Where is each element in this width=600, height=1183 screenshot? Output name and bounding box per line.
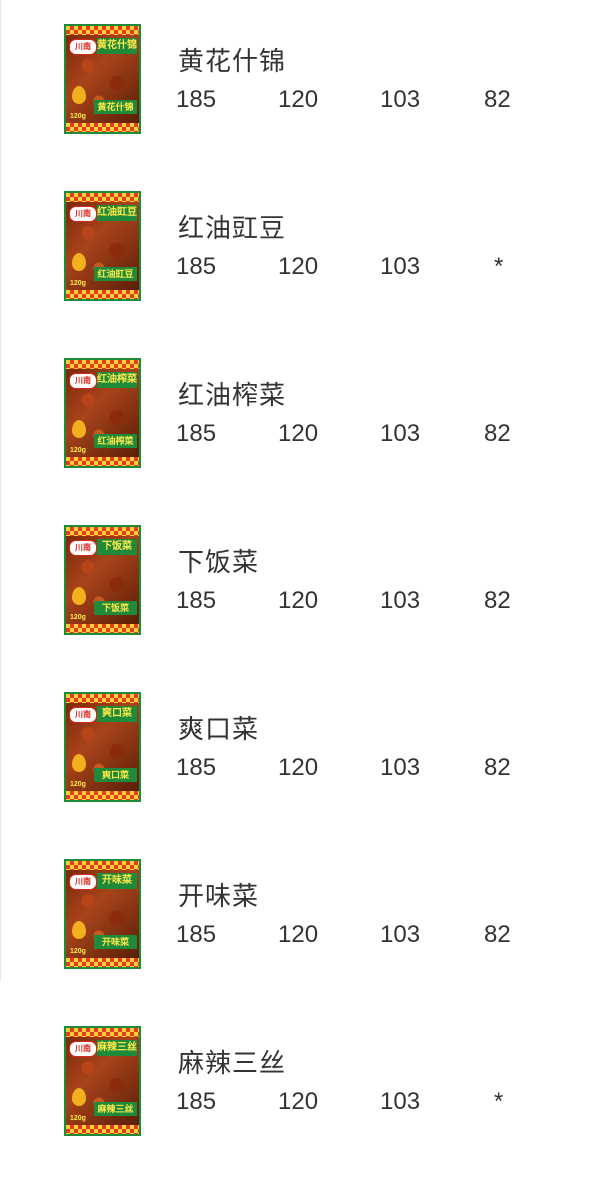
price-4: * <box>494 253 504 280</box>
package-checker-bottom <box>66 1125 139 1134</box>
product-image[interactable]: 川南 红油豇豆 红油豇豆 120g <box>64 191 141 301</box>
price-2: 120 <box>278 1088 319 1115</box>
price-2: 120 <box>278 253 319 280</box>
left-divider <box>0 0 1 980</box>
package-weight: 120g <box>70 781 86 788</box>
price-2: 120 <box>278 921 319 948</box>
brand-logo: 川南 <box>69 206 97 222</box>
package-checker-top <box>66 1028 139 1037</box>
package-bottom-label: 开味菜 <box>94 935 137 949</box>
price-4: 82 <box>484 86 511 113</box>
package-weight: 120g <box>70 614 86 621</box>
product-image[interactable]: 川南 红油榨菜 红油榨菜 120g <box>64 358 141 468</box>
price-1: 185 <box>176 420 217 447</box>
package-weight: 120g <box>70 1115 86 1122</box>
package-top-label: 开味菜 <box>97 873 137 889</box>
price-3: 103 <box>380 420 421 447</box>
product-row[interactable]: 川南 红油豇豆 红油豇豆 120g 红油豇豆 185 120 103 * <box>0 191 600 303</box>
product-row[interactable]: 川南 爽口菜 爽口菜 120g 爽口菜 185 120 103 82 <box>0 692 600 804</box>
price-2: 120 <box>278 754 319 781</box>
package-checker-bottom <box>66 290 139 299</box>
product-name: 红油榨菜 <box>178 380 287 410</box>
product-image[interactable]: 川南 爽口菜 爽口菜 120g <box>64 692 141 802</box>
package-weight: 120g <box>70 113 86 120</box>
oil-drop-icon <box>72 921 86 939</box>
price-3: 103 <box>380 921 421 948</box>
price-4: 82 <box>484 420 511 447</box>
price-2: 120 <box>278 587 319 614</box>
product-image[interactable]: 川南 黄花什锦 黄花什锦 120g <box>64 24 141 134</box>
product-name: 爽口菜 <box>178 714 260 744</box>
price-4: 82 <box>484 921 511 948</box>
product-name: 麻辣三丝 <box>178 1048 287 1078</box>
product-image[interactable]: 川南 开味菜 开味菜 120g <box>64 859 141 969</box>
package-checker-bottom <box>66 958 139 967</box>
package-checker-top <box>66 527 139 536</box>
product-name: 红油豇豆 <box>178 213 287 243</box>
package-bottom-label: 红油榨菜 <box>94 434 137 448</box>
product-name: 开味菜 <box>178 881 260 911</box>
package-bottom-label: 下饭菜 <box>94 601 137 615</box>
package-checker-bottom <box>66 791 139 800</box>
package-bottom-label: 爽口菜 <box>94 768 137 782</box>
package-checker-top <box>66 26 139 35</box>
oil-drop-icon <box>72 754 86 772</box>
package-checker-top <box>66 694 139 703</box>
product-name: 黄花什锦 <box>178 46 287 76</box>
price-4: 82 <box>484 587 511 614</box>
package-top-label: 爽口菜 <box>97 706 137 722</box>
package-top-label: 红油豇豆 <box>97 205 137 221</box>
oil-drop-icon <box>72 86 86 104</box>
price-3: 103 <box>380 1088 421 1115</box>
price-3: 103 <box>380 587 421 614</box>
oil-drop-icon <box>72 253 86 271</box>
package-checker-bottom <box>66 123 139 132</box>
oil-drop-icon <box>72 420 86 438</box>
price-3: 103 <box>380 253 421 280</box>
package-weight: 120g <box>70 280 86 287</box>
price-2: 120 <box>278 86 319 113</box>
package-top-label: 麻辣三丝 <box>97 1040 137 1056</box>
product-name: 下饭菜 <box>178 547 260 577</box>
price-1: 185 <box>176 1088 217 1115</box>
price-3: 103 <box>380 86 421 113</box>
brand-logo: 川南 <box>69 707 97 723</box>
package-checker-top <box>66 861 139 870</box>
package-checker-bottom <box>66 624 139 633</box>
price-3: 103 <box>380 754 421 781</box>
price-2: 120 <box>278 420 319 447</box>
brand-logo: 川南 <box>69 874 97 890</box>
package-top-label: 下饭菜 <box>97 539 137 555</box>
oil-drop-icon <box>72 587 86 605</box>
product-row[interactable]: 川南 开味菜 开味菜 120g 开味菜 185 120 103 82 <box>0 859 600 971</box>
product-row[interactable]: 川南 下饭菜 下饭菜 120g 下饭菜 185 120 103 82 <box>0 525 600 637</box>
product-row[interactable]: 川南 黄花什锦 黄花什锦 120g 黄花什锦 185 120 103 82 <box>0 24 600 136</box>
product-image[interactable]: 川南 麻辣三丝 麻辣三丝 120g <box>64 1026 141 1136</box>
price-1: 185 <box>176 587 217 614</box>
price-1: 185 <box>176 86 217 113</box>
oil-drop-icon <box>72 1088 86 1106</box>
price-1: 185 <box>176 754 217 781</box>
brand-logo: 川南 <box>69 1041 97 1057</box>
brand-logo: 川南 <box>69 373 97 389</box>
package-checker-top <box>66 193 139 202</box>
product-image[interactable]: 川南 下饭菜 下饭菜 120g <box>64 525 141 635</box>
package-bottom-label: 黄花什锦 <box>94 100 137 114</box>
package-bottom-label: 麻辣三丝 <box>94 1102 137 1116</box>
brand-logo: 川南 <box>69 39 97 55</box>
package-checker-top <box>66 360 139 369</box>
package-checker-bottom <box>66 457 139 466</box>
price-4: 82 <box>484 754 511 781</box>
price-1: 185 <box>176 253 217 280</box>
product-row[interactable]: 川南 红油榨菜 红油榨菜 120g 红油榨菜 185 120 103 82 <box>0 358 600 470</box>
price-4: * <box>494 1088 504 1115</box>
product-row[interactable]: 川南 麻辣三丝 麻辣三丝 120g 麻辣三丝 185 120 103 * <box>0 1026 600 1138</box>
package-top-label: 黄花什锦 <box>97 38 137 54</box>
package-bottom-label: 红油豇豆 <box>94 267 137 281</box>
brand-logo: 川南 <box>69 540 97 556</box>
package-top-label: 红油榨菜 <box>97 372 137 388</box>
package-weight: 120g <box>70 447 86 454</box>
price-1: 185 <box>176 921 217 948</box>
package-weight: 120g <box>70 948 86 955</box>
